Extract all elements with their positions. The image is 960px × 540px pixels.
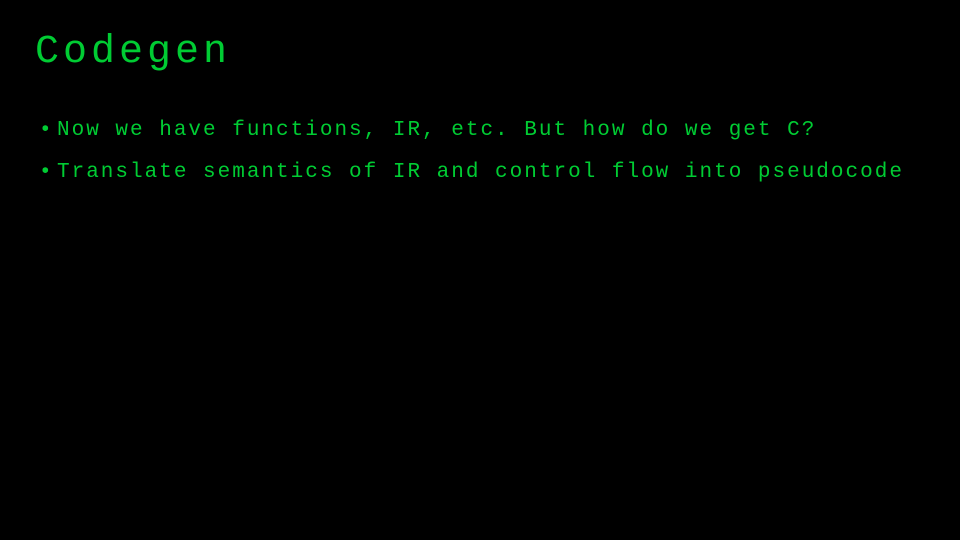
slide-container: Codegen Now we have functions, IR, etc. … [0, 0, 960, 540]
bullet-text: Now we have functions, IR, etc. But how … [57, 119, 816, 142]
list-item: Now we have functions, IR, etc. But how … [35, 117, 925, 145]
slide-title: Codegen [35, 30, 925, 75]
bullet-text: Translate semantics of IR and control fl… [57, 161, 904, 184]
list-item: Translate semantics of IR and control fl… [35, 159, 925, 187]
bullet-list: Now we have functions, IR, etc. But how … [35, 117, 925, 188]
